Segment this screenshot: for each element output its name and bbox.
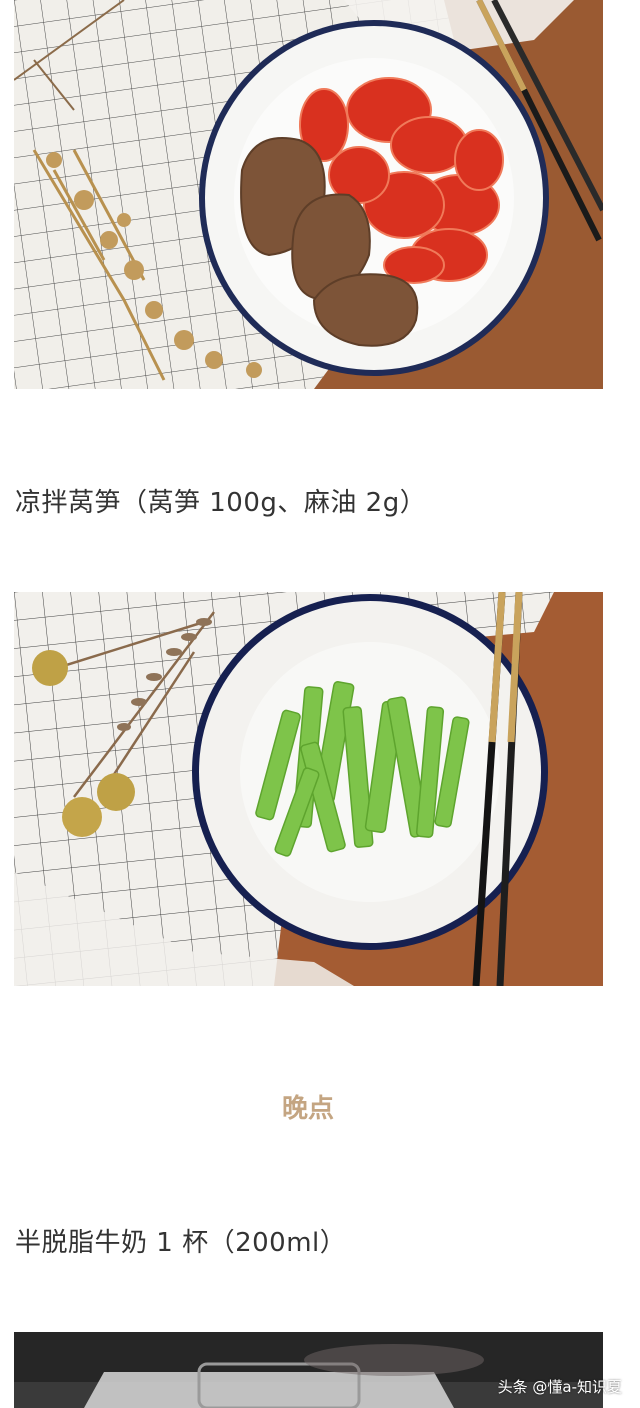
plate-lettuce-image: [14, 592, 603, 986]
plate-beef-tomato-image: [14, 0, 603, 389]
milk-caption: 半脱脂牛奶 1 杯（200ml）: [15, 1228, 347, 1258]
evening-snack-heading: 晚点: [281, 1094, 334, 1124]
watermark-text: 头条 @懂a-知识夏: [497, 1378, 622, 1396]
lettuce-dish-caption: 凉拌莴笋（莴笋 100g、麻油 2g）: [15, 488, 427, 518]
